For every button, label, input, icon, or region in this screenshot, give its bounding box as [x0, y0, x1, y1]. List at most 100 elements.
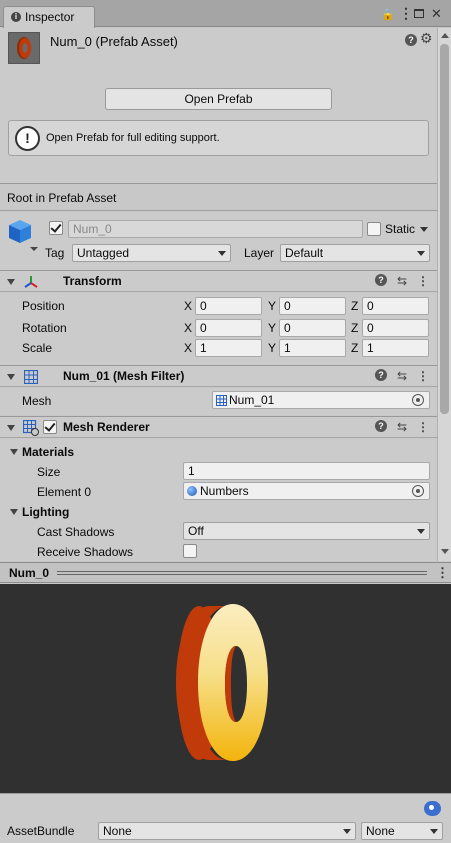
tag-dropdown[interactable]: Untagged: [72, 244, 231, 262]
mesh-renderer-title: Mesh Renderer: [63, 420, 150, 434]
assetbundle-variant-dropdown[interactable]: None: [361, 822, 443, 840]
mesh-filter-header[interactable]: Num_01 (Mesh Filter) ? ⇆ ⋮: [0, 365, 437, 387]
tag-value: Untagged: [77, 246, 130, 260]
layer-dropdown[interactable]: Default: [280, 244, 430, 262]
lighting-foldout-arrow-icon[interactable]: [10, 509, 18, 515]
axis-x-label[interactable]: X: [184, 321, 192, 335]
scroll-down-arrow[interactable]: [441, 549, 449, 554]
more-menu-icon[interactable]: ⋮: [399, 5, 413, 22]
size-label: Size: [37, 465, 61, 479]
scale-y-field[interactable]: 1: [279, 339, 346, 357]
preview-viewport[interactable]: [0, 584, 451, 793]
scroll-up-arrow[interactable]: [441, 33, 449, 38]
axis-y-label[interactable]: Y: [268, 321, 276, 335]
object-picker-icon[interactable]: [412, 394, 424, 406]
active-checkbox[interactable]: [49, 221, 63, 235]
axis-x-label[interactable]: X: [184, 299, 192, 313]
materials-size-field[interactable]: 1: [183, 462, 430, 480]
tab-label: Inspector: [25, 10, 75, 24]
position-label: Position: [22, 299, 65, 313]
receive-shadows-label: Receive Shadows: [37, 545, 134, 559]
rotation-z-field[interactable]: 0: [362, 319, 429, 337]
mesh-grid-icon: [23, 369, 39, 387]
axis-x-label[interactable]: X: [184, 341, 192, 355]
open-prefab-label: Open Prefab: [184, 92, 253, 106]
position-y-field[interactable]: 0: [279, 297, 346, 315]
more-menu-icon[interactable]: ⋮: [417, 274, 429, 288]
mesh-renderer-header[interactable]: Mesh Renderer ? ⇆ ⋮: [0, 416, 437, 438]
asset-title: Num_0 (Prefab Asset): [50, 34, 178, 49]
presets-icon[interactable]: ⇆: [397, 369, 407, 383]
mesh-renderer-icon: [22, 419, 39, 439]
help-icon[interactable]: ?: [374, 274, 387, 286]
root-label-bar: Root in Prefab Asset: [0, 184, 437, 211]
receive-shadows-checkbox[interactable]: [183, 544, 197, 558]
mesh-value: Num_01: [229, 393, 275, 407]
presets-icon[interactable]: ⇆: [397, 274, 407, 288]
transform-header[interactable]: Transform ? ⇆ ⋮: [0, 270, 437, 292]
cast-shadows-value: Off: [188, 524, 204, 538]
lock-icon[interactable]: 🔒: [381, 8, 395, 21]
axis-z-label[interactable]: Z: [351, 321, 358, 335]
preview-drag-handle[interactable]: [57, 571, 427, 575]
assetbundle-name-dropdown[interactable]: None: [98, 822, 356, 840]
materials-label[interactable]: Materials: [22, 445, 74, 459]
mesh-renderer-enabled-checkbox[interactable]: [43, 420, 57, 434]
more-menu-icon[interactable]: ⋮: [417, 369, 429, 383]
tab-bar: i Inspector 🔒 ⋮ ✕: [0, 0, 451, 28]
position-z-field[interactable]: 0: [362, 297, 429, 315]
mesh-object-field[interactable]: Num_01: [212, 391, 430, 409]
position-x-field[interactable]: 0: [195, 297, 262, 315]
cast-shadows-dropdown[interactable]: Off: [183, 522, 430, 540]
rotation-y-field[interactable]: 0: [279, 319, 346, 337]
maximize-icon[interactable]: [414, 9, 424, 18]
static-checkbox[interactable]: [367, 222, 381, 236]
help-icon[interactable]: ?: [405, 34, 417, 46]
foldout-arrow-icon[interactable]: [7, 374, 15, 380]
root-label: Root in Prefab Asset: [7, 191, 117, 205]
rotation-x-field[interactable]: 0: [195, 319, 262, 337]
gameobject-name-field[interactable]: Num_0: [68, 220, 363, 238]
asset-label-tag-icon[interactable]: [424, 801, 441, 816]
tab-inspector[interactable]: i Inspector: [3, 6, 95, 28]
scale-z-field[interactable]: 1: [362, 339, 429, 357]
static-dropdown-caret[interactable]: [420, 227, 428, 232]
material-object-field[interactable]: Numbers: [183, 482, 430, 500]
cast-shadows-label: Cast Shadows: [37, 525, 115, 539]
chevron-down-icon: [343, 829, 351, 834]
foldout-arrow-icon[interactable]: [7, 425, 15, 431]
gameobject-cube-icon[interactable]: [8, 218, 40, 255]
presets-icon[interactable]: ⇆: [397, 420, 407, 434]
layer-label: Layer: [244, 246, 275, 260]
open-prefab-button[interactable]: Open Prefab: [105, 88, 332, 110]
help-icon[interactable]: ?: [374, 369, 387, 381]
chevron-down-icon: [417, 251, 425, 256]
scrollbar-thumb[interactable]: [440, 44, 449, 414]
layer-value: Default: [285, 246, 324, 260]
mesh-filter-title: Num_01 (Mesh Filter): [63, 369, 185, 383]
digit-zero-model: [176, 604, 268, 761]
help-icon[interactable]: ?: [374, 420, 387, 432]
close-icon[interactable]: ✕: [431, 6, 442, 22]
object-picker-icon[interactable]: [412, 485, 424, 497]
material-sphere-icon: [187, 486, 197, 496]
settings-gear-icon[interactable]: ⚙: [420, 30, 433, 47]
preview-header[interactable]: Num_0 ⋮: [0, 562, 451, 583]
assetbundle-name-value: None: [103, 824, 132, 838]
mesh-label: Mesh: [22, 394, 52, 408]
more-menu-icon[interactable]: ⋮: [436, 565, 449, 581]
more-menu-icon[interactable]: ⋮: [417, 420, 429, 434]
materials-foldout-arrow-icon[interactable]: [10, 449, 18, 455]
axis-y-label[interactable]: Y: [268, 341, 276, 355]
lighting-label[interactable]: Lighting: [22, 505, 69, 519]
axis-z-label[interactable]: Z: [351, 299, 358, 313]
scale-x-field[interactable]: 1: [195, 339, 262, 357]
info-text: Open Prefab for full editing support.: [46, 132, 220, 144]
scrollbar[interactable]: [437, 28, 451, 561]
static-label[interactable]: Static: [385, 222, 415, 236]
foldout-arrow-icon[interactable]: [7, 279, 15, 285]
assetbundle-label: AssetBundle: [7, 824, 75, 838]
axis-y-label[interactable]: Y: [268, 299, 276, 313]
axis-z-label[interactable]: Z: [351, 341, 358, 355]
chevron-down-icon: [417, 529, 425, 534]
